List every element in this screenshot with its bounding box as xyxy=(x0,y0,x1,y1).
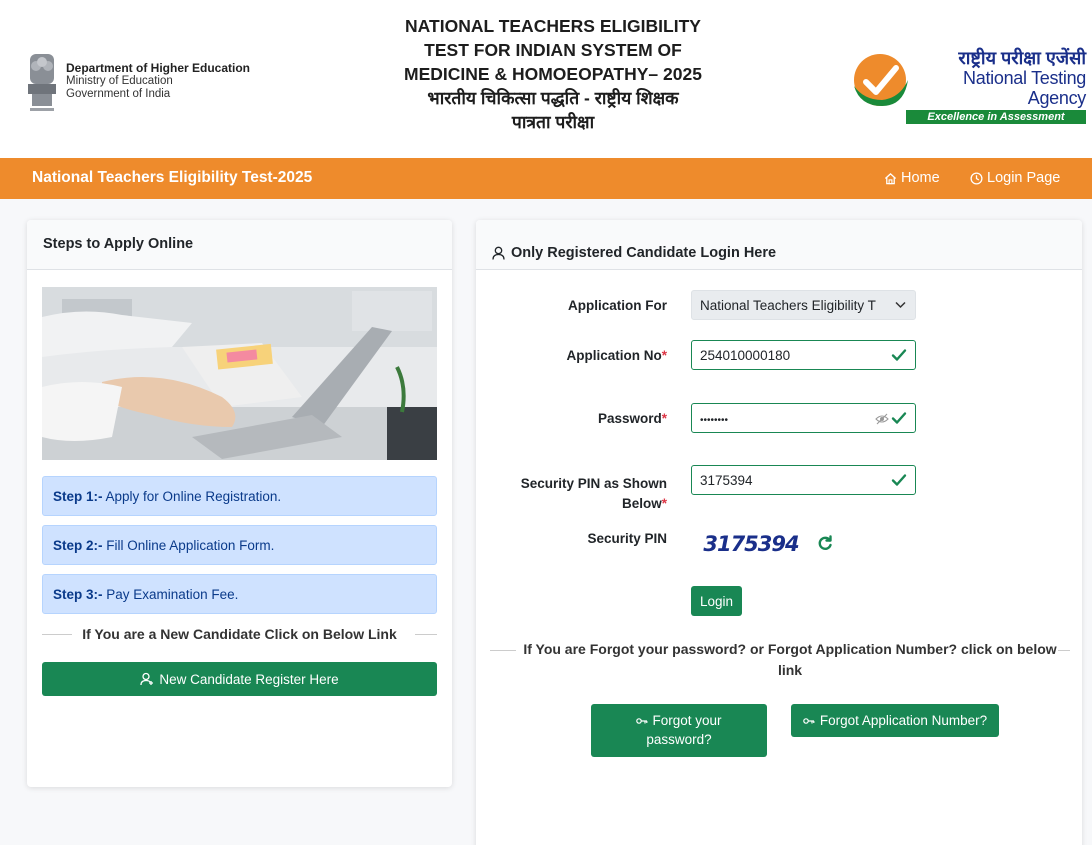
national-emblem-icon xyxy=(28,54,56,111)
password-input[interactable]: •••••••• xyxy=(691,403,916,433)
new-candidate-register-button[interactable]: New Candidate Register Here xyxy=(42,662,437,696)
captcha-label: Security PIN xyxy=(587,531,667,546)
login-button[interactable]: Login xyxy=(691,586,742,616)
agency-hindi-name: राष्ट्रीय परीक्षा एजेंसी xyxy=(958,48,1086,68)
site-header: Department of Higher Education Ministry … xyxy=(0,0,1092,158)
valid-check-icon xyxy=(891,412,907,424)
nav-login-page-link[interactable]: Login Page xyxy=(970,170,1060,186)
government-name: Government of India xyxy=(66,88,171,100)
divider-line xyxy=(490,650,516,651)
nta-text-block: राष्ट्रीय परीक्षा एजेंसी National Testin… xyxy=(906,48,1086,124)
department-block: Department of Higher Education Ministry … xyxy=(66,62,250,101)
nav-home-label: Home xyxy=(901,170,940,186)
valid-check-icon xyxy=(891,474,907,486)
key-icon xyxy=(636,718,648,724)
steps-card-title: Steps to Apply Online xyxy=(27,220,452,270)
step-item: Step 1:- Apply for Online Registration. xyxy=(42,476,437,516)
divider-line xyxy=(1058,650,1070,651)
chevron-down-icon xyxy=(895,301,906,309)
laptop-hands-image xyxy=(42,287,437,460)
step-item: Step 2:- Fill Online Application Form. xyxy=(42,525,437,565)
exam-title: NATIONAL TEACHERS ELIGIBILITY TEST FOR I… xyxy=(404,16,702,132)
department-name: Department of Higher Education xyxy=(66,61,251,75)
forgot-info-text: If You are Forgot your password? or Forg… xyxy=(523,641,1057,678)
user-icon xyxy=(492,246,505,260)
ministry-name: Ministry of Education xyxy=(66,75,173,87)
add-user-icon xyxy=(140,672,154,686)
divider-line xyxy=(42,634,72,635)
clock-icon xyxy=(970,171,983,185)
captcha-image: 3175394 xyxy=(695,522,807,566)
application-for-select[interactable]: National Teachers Eligibility T xyxy=(691,290,916,320)
password-label: Password* xyxy=(597,411,667,426)
step-item: Step 3:- Pay Examination Fee. xyxy=(42,574,437,614)
key-icon xyxy=(803,717,815,724)
application-for-label: Application For xyxy=(568,298,667,313)
agency-tagline: Excellence in Assessment xyxy=(906,110,1086,124)
eye-off-icon[interactable] xyxy=(875,413,889,425)
forgot-application-number-button[interactable]: Forgot Application Number? xyxy=(791,704,999,737)
security-pin-input[interactable]: 3175394 xyxy=(691,465,916,495)
home-icon xyxy=(884,172,897,184)
refresh-icon[interactable] xyxy=(817,535,833,551)
application-no-input[interactable]: 254010000180 xyxy=(691,340,916,370)
agency-english-name: National Testing Agency xyxy=(963,68,1086,108)
divider-line xyxy=(415,634,437,635)
valid-check-icon xyxy=(891,349,907,361)
login-card-header: Only Registered Candidate Login Here xyxy=(476,220,1082,270)
application-no-label: Application No* xyxy=(566,348,667,363)
new-candidate-text: If You are a New Candidate Click on Belo… xyxy=(82,626,397,642)
login-card-title: Only Registered Candidate Login Here xyxy=(511,244,777,261)
nta-logo-icon xyxy=(854,54,908,106)
nav-login-page-label: Login Page xyxy=(987,170,1061,186)
nav-home-link[interactable]: Home xyxy=(884,170,940,186)
security-pin-input-label: Security PIN as Shown Below* xyxy=(520,476,667,511)
navbar-brand[interactable]: National Teachers Eligibility Test-2025 xyxy=(32,169,312,187)
main-navbar: National Teachers Eligibility Test-2025 … xyxy=(0,158,1092,199)
forgot-password-button[interactable]: Forgot your password? xyxy=(591,704,767,757)
steps-card: Steps to Apply Online Step 1:- Apply for… xyxy=(27,220,452,787)
